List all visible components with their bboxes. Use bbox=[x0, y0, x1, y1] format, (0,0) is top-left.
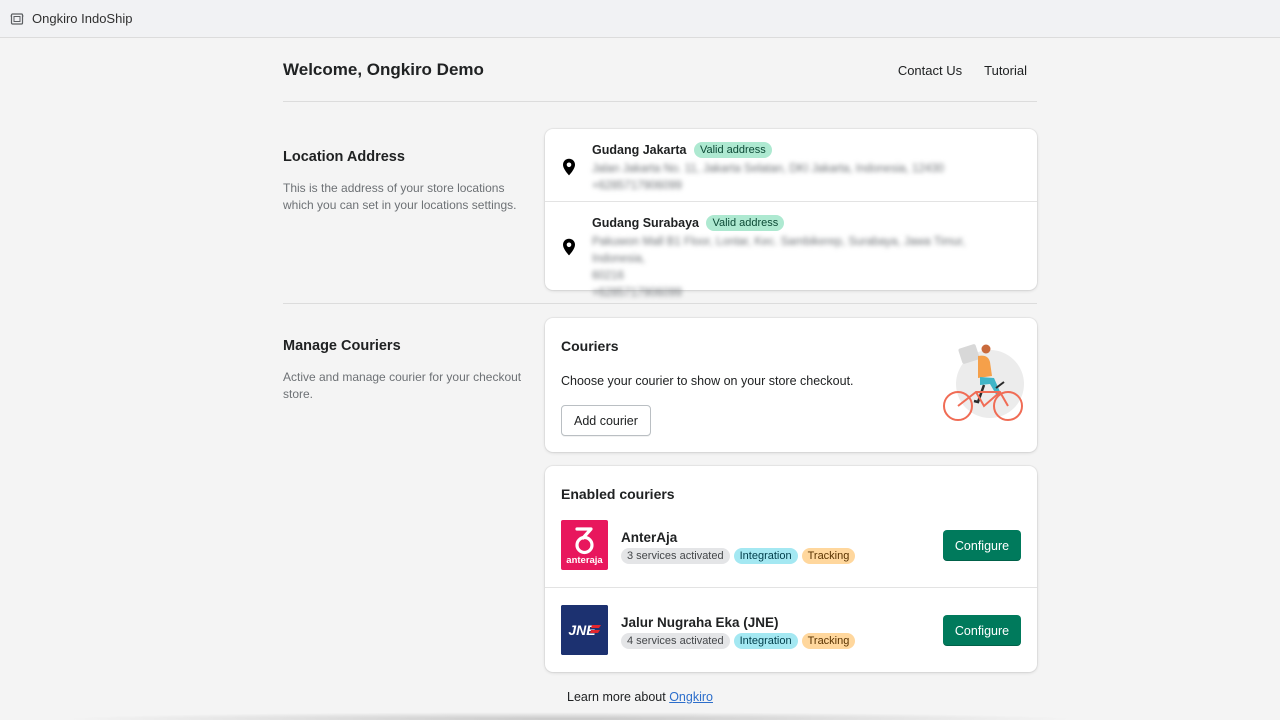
valid-address-badge: Valid address bbox=[693, 141, 772, 158]
enabled-couriers-title: Enabled couriers bbox=[561, 486, 675, 502]
footer-text: Learn more about bbox=[567, 690, 666, 704]
integration-badge: Integration bbox=[733, 548, 798, 564]
location-item[interactable]: Gudang Surabaya Valid address Pakuwon Ma… bbox=[545, 201, 1037, 299]
courier-bicycle-illustration bbox=[938, 342, 1026, 424]
couriers-card: Couriers Choose your courier to show on … bbox=[545, 318, 1037, 452]
header-links: Contact Us Tutorial bbox=[898, 63, 1027, 78]
divider bbox=[283, 303, 1037, 304]
enabled-couriers-card: Enabled couriers anteraja AnterAja 3 ser… bbox=[545, 466, 1037, 672]
courier-name: Jalur Nugraha Eka (JNE) bbox=[621, 615, 779, 630]
svg-text:anteraja: anteraja bbox=[566, 555, 603, 566]
services-activated-badge: 3 services activated bbox=[621, 548, 730, 564]
couriers-card-title: Couriers bbox=[561, 338, 619, 354]
courier-row: anteraja AnterAja 3 services activated I… bbox=[545, 503, 1037, 588]
add-courier-button[interactable]: Add courier bbox=[561, 405, 651, 436]
jne-logo: JNE bbox=[561, 605, 608, 655]
location-pin-icon bbox=[562, 238, 576, 256]
configure-anteraja-button[interactable]: Configure bbox=[943, 530, 1021, 561]
integration-badge: Integration bbox=[733, 633, 798, 649]
footer: Learn more about Ongkiro bbox=[0, 690, 1280, 704]
courier-name: AnterAja bbox=[621, 530, 678, 545]
couriers-section-title: Manage Couriers bbox=[283, 338, 401, 354]
location-phone: +6285717906099 bbox=[592, 287, 682, 299]
app-frame-icon bbox=[10, 12, 24, 26]
courier-row: JNE Jalur Nugraha Eka (JNE) 4 services a… bbox=[545, 587, 1037, 672]
couriers-card-description: Choose your courier to show on your stor… bbox=[561, 374, 854, 388]
location-address-postcode: 60216 bbox=[592, 270, 624, 282]
tutorial-link[interactable]: Tutorial bbox=[984, 63, 1027, 78]
couriers-section-description: Active and manage courier for your check… bbox=[283, 370, 522, 401]
location-section-description: This is the address of your store locati… bbox=[283, 181, 517, 212]
locations-card: Gudang Jakarta Valid address Jalan Jakar… bbox=[545, 129, 1037, 299]
contact-us-link[interactable]: Contact Us bbox=[898, 63, 962, 78]
anteraja-logo: anteraja bbox=[561, 520, 608, 570]
services-activated-badge: 4 services activated bbox=[621, 633, 730, 649]
page-title: Welcome, Ongkiro Demo bbox=[283, 60, 484, 79]
app-title: Ongkiro IndoShip bbox=[32, 11, 133, 26]
courier-badges: 3 services activated Integration Trackin… bbox=[621, 548, 856, 564]
location-name: Gudang Surabaya bbox=[592, 216, 699, 230]
tracking-badge: Tracking bbox=[801, 633, 856, 649]
location-address: Pakuwon Mall B1 Floor, Lontar, Kec. Samb… bbox=[592, 236, 966, 265]
configure-jne-button[interactable]: Configure bbox=[943, 615, 1021, 646]
location-pin-icon bbox=[562, 158, 576, 176]
ongkiro-link[interactable]: Ongkiro bbox=[669, 690, 713, 704]
divider bbox=[283, 101, 1037, 102]
bottom-shadow bbox=[60, 712, 1080, 720]
location-section-title: Location Address bbox=[283, 149, 405, 165]
tracking-badge: Tracking bbox=[801, 548, 856, 564]
valid-address-badge: Valid address bbox=[706, 214, 785, 231]
location-item[interactable]: Gudang Jakarta Valid address Jalan Jakar… bbox=[545, 129, 1037, 201]
location-phone: +6285717906099 bbox=[592, 180, 682, 192]
app-topbar: Ongkiro IndoShip bbox=[0, 0, 1280, 38]
location-name: Gudang Jakarta bbox=[592, 143, 687, 157]
courier-badges: 4 services activated Integration Trackin… bbox=[621, 633, 856, 649]
location-address: Jalan Jakarta No. 11, Jakarta Selatan, D… bbox=[592, 163, 945, 175]
